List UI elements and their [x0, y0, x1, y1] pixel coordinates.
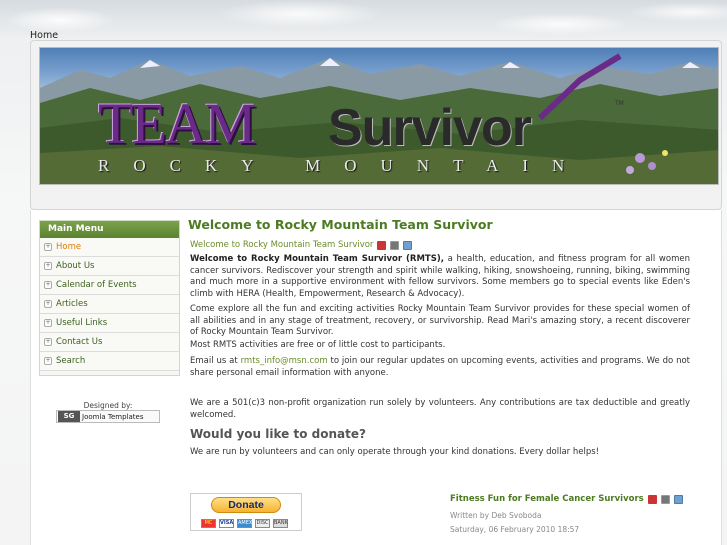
pdf-icon[interactable]	[647, 494, 657, 504]
menu-item-calendar[interactable]: + Calendar of Events	[40, 276, 179, 295]
menu-item-home[interactable]: + Home	[40, 238, 179, 257]
print-icon[interactable]	[390, 240, 400, 250]
menu-item-label: Articles	[56, 299, 88, 309]
menu-item-useful-links[interactable]: + Useful Links	[40, 314, 179, 333]
bullet-icon: +	[44, 281, 52, 289]
payment-cards: MC VISA AMEX DISC BANK	[201, 519, 288, 528]
next-article-link[interactable]: Fitness Fun for Female Cancer Survivors	[450, 494, 644, 504]
logo-tagline: ROCKY MOUNTAIN	[98, 156, 589, 175]
email-paragraph: Email us at rmts_info@msn.com to join ou…	[190, 356, 690, 379]
logo-survivor-text: Survivor	[328, 99, 532, 157]
menu-item-label: Calendar of Events	[56, 280, 137, 290]
article-date: Saturday, 06 February 2010 18:57	[450, 525, 580, 534]
bank-icon: BANK	[273, 519, 288, 528]
intro-bold: Welcome to Rocky Mountain Team Survivor …	[190, 254, 444, 264]
designed-by-label: Designed by:	[83, 401, 133, 410]
email-icon[interactable]	[673, 494, 683, 504]
menu-item-label: Useful Links	[56, 318, 108, 328]
designed-by-badge[interactable]: SG Joomla Templates	[56, 410, 160, 423]
email-pre: Email us at	[190, 356, 241, 366]
discover-icon: DISC	[255, 519, 270, 528]
explore-paragraph: Come explore all the fun and exciting ac…	[190, 304, 690, 337]
bullet-icon: +	[44, 338, 52, 346]
menu-item-label: About Us	[56, 261, 95, 271]
bullet-icon: +	[44, 243, 52, 251]
sg-logo-icon: SG	[58, 411, 80, 422]
logo-team-text: TEAM	[98, 91, 256, 156]
pdf-icon[interactable]	[377, 240, 387, 250]
menu-item-contact-us[interactable]: + Contact Us	[40, 333, 179, 352]
menu-item-about-us[interactable]: + About Us	[40, 257, 179, 276]
article-link-text[interactable]: Welcome to Rocky Mountain Team Survivor	[190, 240, 373, 250]
page-title: Welcome to Rocky Mountain Team Survivor	[188, 217, 493, 232]
menu-item-articles[interactable]: + Articles	[40, 295, 179, 314]
intro-paragraph: Welcome to Rocky Mountain Team Survivor …	[190, 254, 690, 300]
email-icon[interactable]	[403, 240, 413, 250]
main-menu-header: Main Menu	[40, 221, 179, 238]
site-banner[interactable]: TEAM Survivor TM ROCKY MOUNTAIN	[39, 47, 719, 185]
bullet-icon: +	[44, 357, 52, 365]
email-link[interactable]: rmts_info@msn.com	[241, 356, 328, 366]
volunteers-paragraph: We are run by volunteers and can only op…	[190, 447, 600, 457]
logo-trademark: TM	[615, 100, 624, 107]
cost-paragraph: Most RMTS activities are free or of litt…	[190, 340, 446, 350]
visa-icon: VISA	[219, 519, 234, 528]
nonprofit-paragraph: We are a 501(c)3 non-profit organization…	[190, 398, 690, 420]
main-menu: Main Menu + Home + About Us + Calendar o…	[39, 220, 180, 376]
menu-item-search[interactable]: + Search	[40, 352, 179, 371]
menu-item-label: Home	[56, 242, 82, 252]
article-title-link[interactable]: Welcome to Rocky Mountain Team Survivor	[190, 240, 413, 250]
bullet-icon: +	[44, 300, 52, 308]
menu-item-label: Search	[56, 356, 86, 366]
paypal-donate[interactable]: Donate MC VISA AMEX DISC BANK	[190, 493, 302, 531]
donate-button[interactable]: Donate	[211, 497, 281, 513]
print-icon[interactable]	[660, 494, 670, 504]
bullet-icon: +	[44, 262, 52, 270]
bullet-icon: +	[44, 319, 52, 327]
article-author: Written by Deb Svoboda	[450, 511, 542, 520]
mastercard-icon: MC	[201, 519, 216, 528]
donate-heading: Would you like to donate?	[190, 427, 366, 441]
next-article-title[interactable]: Fitness Fun for Female Cancer Survivors	[450, 494, 683, 504]
menu-item-label: Contact Us	[56, 337, 103, 347]
amex-icon: AMEX	[237, 519, 253, 528]
designer-name: Joomla Templates	[82, 412, 144, 421]
